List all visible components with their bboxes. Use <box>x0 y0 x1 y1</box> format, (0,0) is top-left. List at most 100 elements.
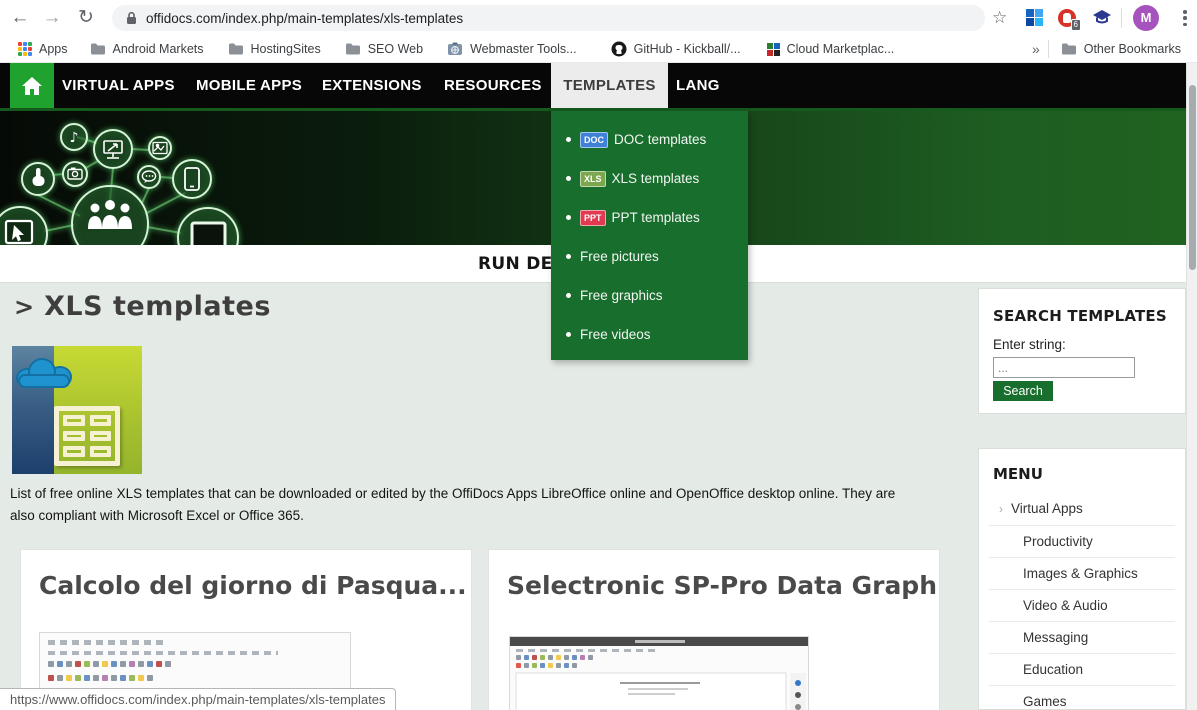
sidebar-menu-panel: MENU ›Virtual Apps Productivity Images &… <box>978 448 1186 710</box>
bookmarks-divider <box>1048 40 1049 58</box>
screen-icon <box>192 223 225 245</box>
browser-menu-icon[interactable] <box>1178 9 1192 27</box>
address-bar[interactable]: offidocs.com/index.php/main-templates/xl… <box>112 5 985 31</box>
chevron-right-icon: > <box>14 293 34 321</box>
dropdown-item-free-videos[interactable]: Free videos <box>551 315 748 354</box>
grid-dot <box>28 47 32 51</box>
forward-icon[interactable]: → <box>40 0 64 36</box>
menu-panel-title: MENU <box>993 465 1175 483</box>
nav-extensions[interactable]: EXTENSIONS <box>322 63 422 108</box>
nav-lang[interactable]: LANG <box>676 63 720 108</box>
tablet-cursor-icon <box>6 221 32 243</box>
music-note-icon: ♪ <box>70 130 79 146</box>
nav-resources[interactable]: RESOURCES <box>444 63 542 108</box>
grid-dot <box>18 47 22 51</box>
bullet-icon <box>566 332 571 337</box>
grid-dot <box>23 47 27 51</box>
scrollbar-thumb[interactable] <box>1189 85 1196 270</box>
grid-dot <box>23 42 27 46</box>
extension-scholar-icon[interactable] <box>1092 9 1110 27</box>
nav-templates-active[interactable]: TEMPLATES <box>551 63 668 108</box>
menu-item-productivity[interactable]: Productivity <box>989 525 1175 557</box>
dropdown-item-ppt-templates[interactable]: PPT PPT templates <box>551 198 748 237</box>
menu-item-images-graphics[interactable]: Images & Graphics <box>989 557 1175 589</box>
bookmark-star-icon[interactable]: ☆ <box>992 8 1007 28</box>
extension-badge: 6 <box>1071 19 1081 31</box>
bookmarks-overflow-chevron[interactable]: » <box>1024 41 1048 57</box>
browser-toolbar: ← → ↻ offidocs.com/index.php/main-templa… <box>0 0 1197 36</box>
profile-avatar[interactable]: M <box>1133 5 1159 31</box>
search-panel-title: SEARCH TEMPLATES <box>993 307 1171 325</box>
bookmark-label: Other Bookmarks <box>1084 42 1181 56</box>
hand-glyph <box>1063 13 1071 23</box>
bookmark-cloud-marketplace[interactable]: Cloud Marketplac... <box>763 38 899 60</box>
bookmark-seo-web[interactable]: SEO Web <box>341 38 427 60</box>
menu-item-video-audio[interactable]: Video & Audio <box>989 589 1175 621</box>
dropdown-item-free-pictures[interactable]: Free pictures <box>551 237 748 276</box>
menu-item-games[interactable]: Games <box>989 685 1175 710</box>
card-title[interactable]: Selectronic SP-Pro Data Graph <box>507 571 939 600</box>
bookmark-label: Apps <box>39 42 68 56</box>
grid-dot <box>18 42 22 46</box>
extension-windows-icon[interactable] <box>1026 9 1044 27</box>
bookmark-hostingsites[interactable]: HostingSites <box>224 38 325 60</box>
extension-blocker-icon[interactable]: 6 <box>1058 9 1076 27</box>
back-icon[interactable]: ← <box>8 0 32 36</box>
dropdown-item-label: Free pictures <box>580 249 659 264</box>
nav-virtual-apps[interactable]: VIRTUAL APPS <box>62 63 175 108</box>
menu-item-messaging[interactable]: Messaging <box>989 621 1175 653</box>
site-navbar: VIRTUAL APPS MOBILE APPS EXTENSIONS RESO… <box>0 63 1197 111</box>
bookmark-label: Cloud Marketplac... <box>787 42 895 56</box>
dropdown-item-free-graphics[interactable]: Free graphics <box>551 276 748 315</box>
menu-item-label: Messaging <box>1023 630 1088 645</box>
dropdown-item-label: Free graphics <box>580 288 663 303</box>
grid-dot <box>18 52 22 56</box>
bookmark-android-markets[interactable]: Android Markets <box>86 38 208 60</box>
home-button[interactable] <box>10 63 54 108</box>
folder-icon <box>345 42 361 56</box>
search-button[interactable]: Search <box>993 381 1053 401</box>
extension-tile <box>1035 18 1043 26</box>
page-scrollbar[interactable] <box>1186 63 1197 710</box>
tile <box>774 43 780 49</box>
page-title-row: > XLS templates <box>14 291 271 322</box>
dropdown-item-xls-templates[interactable]: XLS XLS templates <box>551 159 748 198</box>
page-title: XLS templates <box>44 291 271 322</box>
tile <box>774 50 780 56</box>
menu-item-education[interactable]: Education <box>989 653 1175 685</box>
grid-dot <box>28 52 32 56</box>
grid-dot <box>23 52 27 56</box>
menu-item-label: Education <box>1023 662 1083 677</box>
menu-item-label: Productivity <box>1023 534 1093 549</box>
bookmark-github[interactable]: GitHub - Kickball/... <box>607 38 745 60</box>
bookmarks-bar: Apps Android Markets HostingSites SEO We… <box>0 36 1197 63</box>
thumbnail-titlebar <box>510 637 808 646</box>
dot <box>1183 23 1187 27</box>
search-input[interactable] <box>993 357 1135 378</box>
grid-dot <box>28 42 32 46</box>
url-text: offidocs.com/index.php/main-templates/xl… <box>146 11 463 26</box>
template-card-selectronic[interactable]: Selectronic SP-Pro Data Graph <box>488 549 940 710</box>
toolbar-divider <box>1121 8 1122 28</box>
github-icon <box>611 41 627 57</box>
dropdown-item-label: XLS templates <box>612 171 700 186</box>
folder-icon <box>228 42 244 56</box>
thumbnail-chart <box>510 671 808 710</box>
folder-icon <box>90 42 106 56</box>
nav-mobile-apps[interactable]: MOBILE APPS <box>196 63 302 108</box>
ppt-badge: PPT <box>580 210 606 226</box>
dropdown-item-doc-templates[interactable]: DOC DOC templates <box>551 120 748 159</box>
menu-item-label: Images & Graphics <box>1023 566 1138 581</box>
card-title[interactable]: Calcolo del giorno di Pasqua... <box>39 571 471 600</box>
tile <box>767 43 773 49</box>
menu-item-virtual-apps[interactable]: ›Virtual Apps <box>989 493 1175 525</box>
home-icon <box>21 76 43 96</box>
apps-grid-icon <box>18 42 32 56</box>
bullet-icon <box>566 215 571 220</box>
bookmark-label: GitHub - Kickball/... <box>634 42 741 56</box>
other-bookmarks[interactable]: Other Bookmarks <box>1057 38 1185 60</box>
reload-icon[interactable]: ↻ <box>74 0 98 36</box>
bookmark-webmaster-tools[interactable]: Webmaster Tools... <box>443 38 581 60</box>
bookmark-apps[interactable]: Apps <box>14 38 72 60</box>
template-card-pasqua[interactable]: Calcolo del giorno di Pasqua... <box>20 549 472 710</box>
